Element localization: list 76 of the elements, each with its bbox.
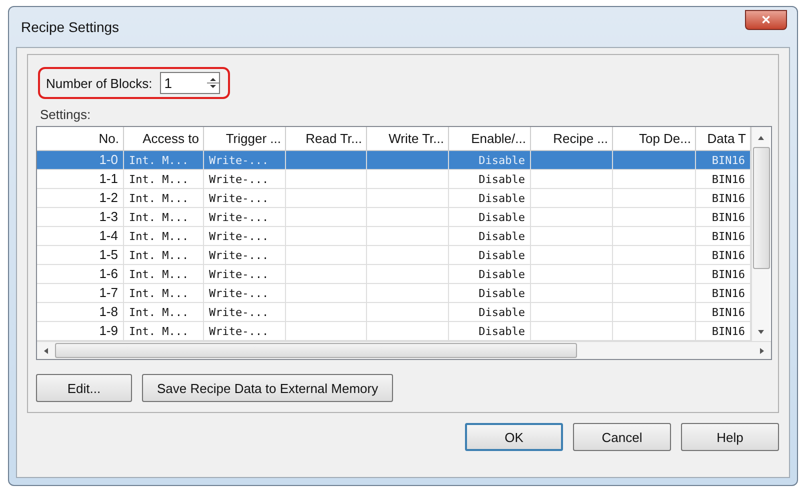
table-cell: Disable — [478, 230, 525, 243]
table-row[interactable]: 1-2 Int. M... Write-... Disable BIN16 — [37, 189, 751, 208]
vertical-scrollbar[interactable] — [751, 127, 770, 341]
scroll-right-icon[interactable] — [759, 346, 765, 354]
table-cell: BIN16 — [712, 268, 745, 281]
panel-button[interactable]: Save Recipe Data to External Memory — [142, 374, 394, 402]
table-row[interactable]: 1-3 Int. M... Write-... Disable BIN16 — [37, 208, 751, 227]
table-cell: Disable — [478, 287, 525, 300]
table-cell: Write-... — [209, 268, 269, 281]
table-cell: Disable — [478, 306, 525, 319]
table-cell: Write-... — [209, 306, 269, 319]
window-title: Recipe Settings — [21, 19, 120, 35]
table-cell: Disable — [478, 249, 525, 262]
table-cell: 1-3 — [99, 209, 118, 224]
table-row[interactable]: 1-6 Int. M... Write-... Disable BIN16 — [37, 265, 751, 284]
table-cell: 1-7 — [99, 285, 118, 300]
table-row[interactable]: 1-7 Int. M... Write-... Disable BIN16 — [37, 284, 751, 303]
table-cell: Write-... — [209, 249, 269, 262]
table-cell: Disable — [478, 268, 525, 281]
table-cell: Write-... — [209, 287, 269, 300]
scroll-thumb[interactable] — [55, 343, 577, 358]
table-cell: BIN16 — [712, 192, 745, 205]
table-cell: Disable — [478, 211, 525, 224]
table-cell: Int. M... — [129, 211, 189, 224]
table-cell: Write-... — [209, 325, 269, 338]
table-cell: Disable — [478, 154, 525, 167]
spinner-arrows-icon[interactable] — [207, 75, 220, 91]
table-cell: BIN16 — [712, 230, 745, 243]
table-cell: Write-... — [209, 211, 269, 224]
table-cell: BIN16 — [712, 154, 745, 167]
table-cell: Write-... — [209, 230, 269, 243]
table-cell: Write-... — [209, 173, 269, 186]
table-cell: Write-... — [209, 154, 269, 167]
table-cell: BIN16 — [712, 306, 745, 319]
table-cell: 1-5 — [99, 247, 118, 262]
scroll-left-icon[interactable] — [43, 346, 49, 354]
table-cell: BIN16 — [712, 249, 745, 262]
table-cell: Write-... — [209, 192, 269, 205]
table-cell: BIN16 — [712, 325, 745, 338]
scroll-thumb[interactable] — [752, 147, 770, 269]
settings-label: Settings: — [40, 107, 91, 122]
table-cell: Int. M... — [129, 192, 189, 205]
table-cell: 1-9 — [99, 323, 118, 338]
table-cell: Int. M... — [129, 306, 189, 319]
table-cell: Disable — [478, 192, 525, 205]
table-cell: 1-2 — [99, 190, 118, 205]
table-row[interactable]: 1-1 Int. M... Write-... Disable BIN16 — [37, 170, 751, 189]
table-cell: Int. M... — [129, 249, 189, 262]
table-cell: Int. M... — [129, 173, 189, 186]
table-row[interactable]: 1-8 Int. M... Write-... Disable BIN16 — [37, 303, 751, 322]
table-row[interactable]: 1-5 Int. M... Write-... Disable BIN16 — [37, 246, 751, 265]
table-cell: Disable — [478, 173, 525, 186]
table-cell: Int. M... — [129, 154, 189, 167]
table-cell: Int. M... — [129, 268, 189, 281]
scroll-down-icon[interactable] — [757, 329, 765, 335]
dialog-button[interactable]: Cancel — [573, 423, 671, 451]
table-cell: BIN16 — [712, 173, 745, 186]
table-cell: 1-0 — [99, 152, 118, 167]
panel-button[interactable]: Edit... — [36, 374, 132, 402]
table-row[interactable]: 1-4 Int. M... Write-... Disable BIN16 — [37, 227, 751, 246]
table-cell: 1-1 — [99, 171, 118, 186]
table-cell: BIN16 — [712, 287, 745, 300]
table-cell: 1-4 — [99, 228, 118, 243]
dialog-button[interactable]: OK — [465, 423, 563, 451]
table-cell: BIN16 — [712, 211, 745, 224]
scroll-up-icon[interactable] — [757, 135, 765, 141]
number-of-blocks-label: Number of Blocks: — [46, 76, 152, 90]
table-cell: Int. M... — [129, 287, 189, 300]
table-cell: Int. M... — [129, 230, 189, 243]
number-of-blocks-spinner[interactable]: 1 — [160, 72, 220, 94]
table-cell: 1-8 — [99, 304, 118, 319]
table-cell: 1-6 — [99, 266, 118, 281]
table-cell: Int. M... — [129, 325, 189, 338]
table-cell: Disable — [478, 325, 525, 338]
dialog-button[interactable]: Help — [681, 423, 779, 451]
horizontal-scrollbar[interactable] — [37, 341, 771, 359]
